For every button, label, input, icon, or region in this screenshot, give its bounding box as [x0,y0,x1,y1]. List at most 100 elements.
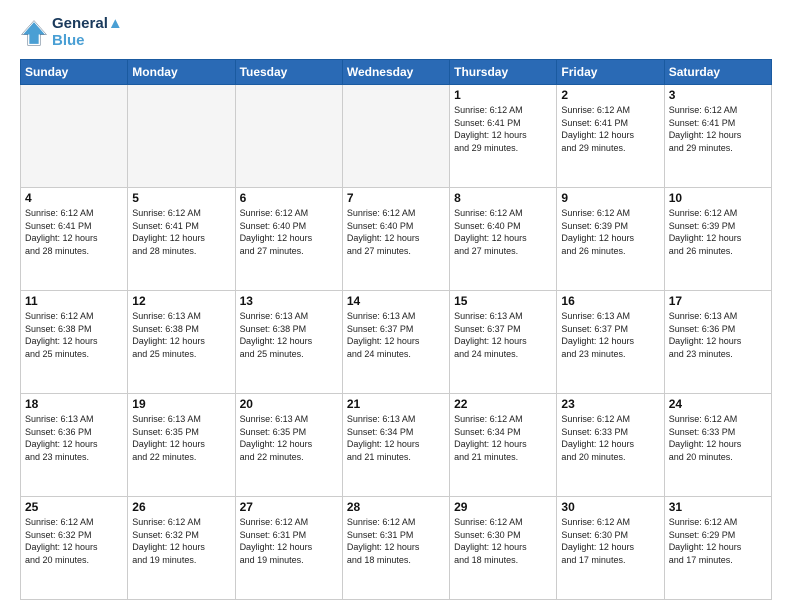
calendar-cell: 8 Sunrise: 6:12 AM Sunset: 6:40 PM Daylig… [450,188,557,291]
day-info: Sunrise: 6:13 AM Sunset: 6:36 PM Dayligh… [669,310,767,360]
day-number: 7 [347,191,445,205]
day-number: 13 [240,294,338,308]
week-row-1: 1 Sunrise: 6:12 AM Sunset: 6:41 PM Daylig… [21,85,772,188]
calendar-cell: 13 Sunrise: 6:13 AM Sunset: 6:38 PM Dayli… [235,291,342,394]
calendar-cell: 24 Sunrise: 6:12 AM Sunset: 6:33 PM Dayli… [664,394,771,497]
calendar-cell: 28 Sunrise: 6:12 AM Sunset: 6:31 PM Dayli… [342,497,449,600]
calendar-cell: 18 Sunrise: 6:13 AM Sunset: 6:36 PM Dayli… [21,394,128,497]
day-number: 20 [240,397,338,411]
day-info: Sunrise: 6:13 AM Sunset: 6:34 PM Dayligh… [347,413,445,463]
calendar-cell: 20 Sunrise: 6:13 AM Sunset: 6:35 PM Dayli… [235,394,342,497]
header: General▲ Blue [20,16,772,49]
day-info: Sunrise: 6:13 AM Sunset: 6:38 PM Dayligh… [132,310,230,360]
week-row-3: 11 Sunrise: 6:12 AM Sunset: 6:38 PM Dayli… [21,291,772,394]
day-info: Sunrise: 6:12 AM Sunset: 6:39 PM Dayligh… [669,207,767,257]
day-header-friday: Friday [557,60,664,85]
calendar-cell: 31 Sunrise: 6:12 AM Sunset: 6:29 PM Dayli… [664,497,771,600]
day-number: 22 [454,397,552,411]
calendar-cell: 29 Sunrise: 6:12 AM Sunset: 6:30 PM Dayli… [450,497,557,600]
day-number: 6 [240,191,338,205]
day-info: Sunrise: 6:12 AM Sunset: 6:40 PM Dayligh… [454,207,552,257]
calendar-cell [235,85,342,188]
calendar-cell: 2 Sunrise: 6:12 AM Sunset: 6:41 PM Daylig… [557,85,664,188]
day-number: 16 [561,294,659,308]
day-number: 9 [561,191,659,205]
day-info: Sunrise: 6:12 AM Sunset: 6:33 PM Dayligh… [561,413,659,463]
day-number: 24 [669,397,767,411]
calendar-cell: 9 Sunrise: 6:12 AM Sunset: 6:39 PM Daylig… [557,188,664,291]
calendar-cell: 11 Sunrise: 6:12 AM Sunset: 6:38 PM Dayli… [21,291,128,394]
calendar-cell: 3 Sunrise: 6:12 AM Sunset: 6:41 PM Daylig… [664,85,771,188]
calendar-cell [21,85,128,188]
day-number: 10 [669,191,767,205]
calendar-cell: 4Sunrise: 6:12 AM Sunset: 6:41 PM Daylig… [21,188,128,291]
day-number: 28 [347,500,445,514]
day-number: 1 [454,88,552,102]
day-info: Sunrise: 6:12 AM Sunset: 6:31 PM Dayligh… [347,516,445,566]
day-info: Sunrise: 6:12 AM Sunset: 6:33 PM Dayligh… [669,413,767,463]
logo-text: General▲ Blue [52,16,123,49]
day-number: 14 [347,294,445,308]
day-number: 5 [132,191,230,205]
day-number: 27 [240,500,338,514]
calendar-cell: 17Sunrise: 6:13 AM Sunset: 6:36 PM Dayli… [664,291,771,394]
day-number: 2 [561,88,659,102]
day-info: Sunrise: 6:12 AM Sunset: 6:34 PM Dayligh… [454,413,552,463]
calendar-cell: 22 Sunrise: 6:12 AM Sunset: 6:34 PM Dayli… [450,394,557,497]
calendar-cell: 21 Sunrise: 6:13 AM Sunset: 6:34 PM Dayli… [342,394,449,497]
day-info: Sunrise: 6:12 AM Sunset: 6:41 PM Dayligh… [561,104,659,154]
day-number: 21 [347,397,445,411]
day-info: Sunrise: 6:12 AM Sunset: 6:30 PM Dayligh… [561,516,659,566]
calendar-cell: 30Sunrise: 6:12 AM Sunset: 6:30 PM Dayli… [557,497,664,600]
calendar-table: SundayMondayTuesdayWednesdayThursdayFrid… [20,59,772,600]
day-number: 3 [669,88,767,102]
page: General▲ Blue SundayMondayTuesdayWednesd… [0,0,792,612]
day-info: Sunrise: 6:12 AM Sunset: 6:31 PM Dayligh… [240,516,338,566]
day-number: 31 [669,500,767,514]
day-number: 29 [454,500,552,514]
day-number: 18 [25,397,123,411]
day-number: 15 [454,294,552,308]
day-header-sunday: Sunday [21,60,128,85]
calendar-cell: 19Sunrise: 6:13 AM Sunset: 6:35 PM Dayli… [128,394,235,497]
day-info: Sunrise: 6:13 AM Sunset: 6:38 PM Dayligh… [240,310,338,360]
calendar-cell: 26 Sunrise: 6:12 AM Sunset: 6:32 PM Dayli… [128,497,235,600]
calendar-cell: 27 Sunrise: 6:12 AM Sunset: 6:31 PM Dayli… [235,497,342,600]
calendar-cell: 23 Sunrise: 6:12 AM Sunset: 6:33 PM Dayli… [557,394,664,497]
day-info: Sunrise: 6:12 AM Sunset: 6:30 PM Dayligh… [454,516,552,566]
day-info: Sunrise: 6:12 AM Sunset: 6:40 PM Dayligh… [347,207,445,257]
day-info: Sunrise: 6:12 AM Sunset: 6:32 PM Dayligh… [132,516,230,566]
day-info: Sunrise: 6:12 AM Sunset: 6:41 PM Dayligh… [454,104,552,154]
day-number: 23 [561,397,659,411]
day-info: Sunrise: 6:12 AM Sunset: 6:29 PM Dayligh… [669,516,767,566]
week-row-2: 4Sunrise: 6:12 AM Sunset: 6:41 PM Daylig… [21,188,772,291]
day-info: Sunrise: 6:12 AM Sunset: 6:40 PM Dayligh… [240,207,338,257]
day-info: Sunrise: 6:12 AM Sunset: 6:32 PM Dayligh… [25,516,123,566]
calendar-cell: 25 Sunrise: 6:12 AM Sunset: 6:32 PM Dayli… [21,497,128,600]
day-info: Sunrise: 6:13 AM Sunset: 6:35 PM Dayligh… [240,413,338,463]
day-info: Sunrise: 6:12 AM Sunset: 6:39 PM Dayligh… [561,207,659,257]
day-number: 25 [25,500,123,514]
calendar-cell: 14 Sunrise: 6:13 AM Sunset: 6:37 PM Dayli… [342,291,449,394]
day-info: Sunrise: 6:13 AM Sunset: 6:36 PM Dayligh… [25,413,123,463]
day-info: Sunrise: 6:12 AM Sunset: 6:41 PM Dayligh… [132,207,230,257]
day-number: 8 [454,191,552,205]
day-header-saturday: Saturday [664,60,771,85]
logo: General▲ Blue [20,16,123,49]
calendar-cell: 7 Sunrise: 6:12 AM Sunset: 6:40 PM Daylig… [342,188,449,291]
day-info: Sunrise: 6:13 AM Sunset: 6:37 PM Dayligh… [347,310,445,360]
calendar-cell: 10 Sunrise: 6:12 AM Sunset: 6:39 PM Dayli… [664,188,771,291]
day-info: Sunrise: 6:13 AM Sunset: 6:37 PM Dayligh… [454,310,552,360]
calendar-cell [128,85,235,188]
calendar-cell: 1 Sunrise: 6:12 AM Sunset: 6:41 PM Daylig… [450,85,557,188]
day-number: 11 [25,294,123,308]
day-info: Sunrise: 6:12 AM Sunset: 6:41 PM Dayligh… [669,104,767,154]
week-row-5: 25 Sunrise: 6:12 AM Sunset: 6:32 PM Dayli… [21,497,772,600]
day-info: Sunrise: 6:12 AM Sunset: 6:41 PM Dayligh… [25,207,123,257]
calendar-cell: 16Sunrise: 6:13 AM Sunset: 6:37 PM Dayli… [557,291,664,394]
day-number: 26 [132,500,230,514]
logo-icon [20,19,48,47]
day-header-tuesday: Tuesday [235,60,342,85]
day-info: Sunrise: 6:12 AM Sunset: 6:38 PM Dayligh… [25,310,123,360]
day-header-thursday: Thursday [450,60,557,85]
